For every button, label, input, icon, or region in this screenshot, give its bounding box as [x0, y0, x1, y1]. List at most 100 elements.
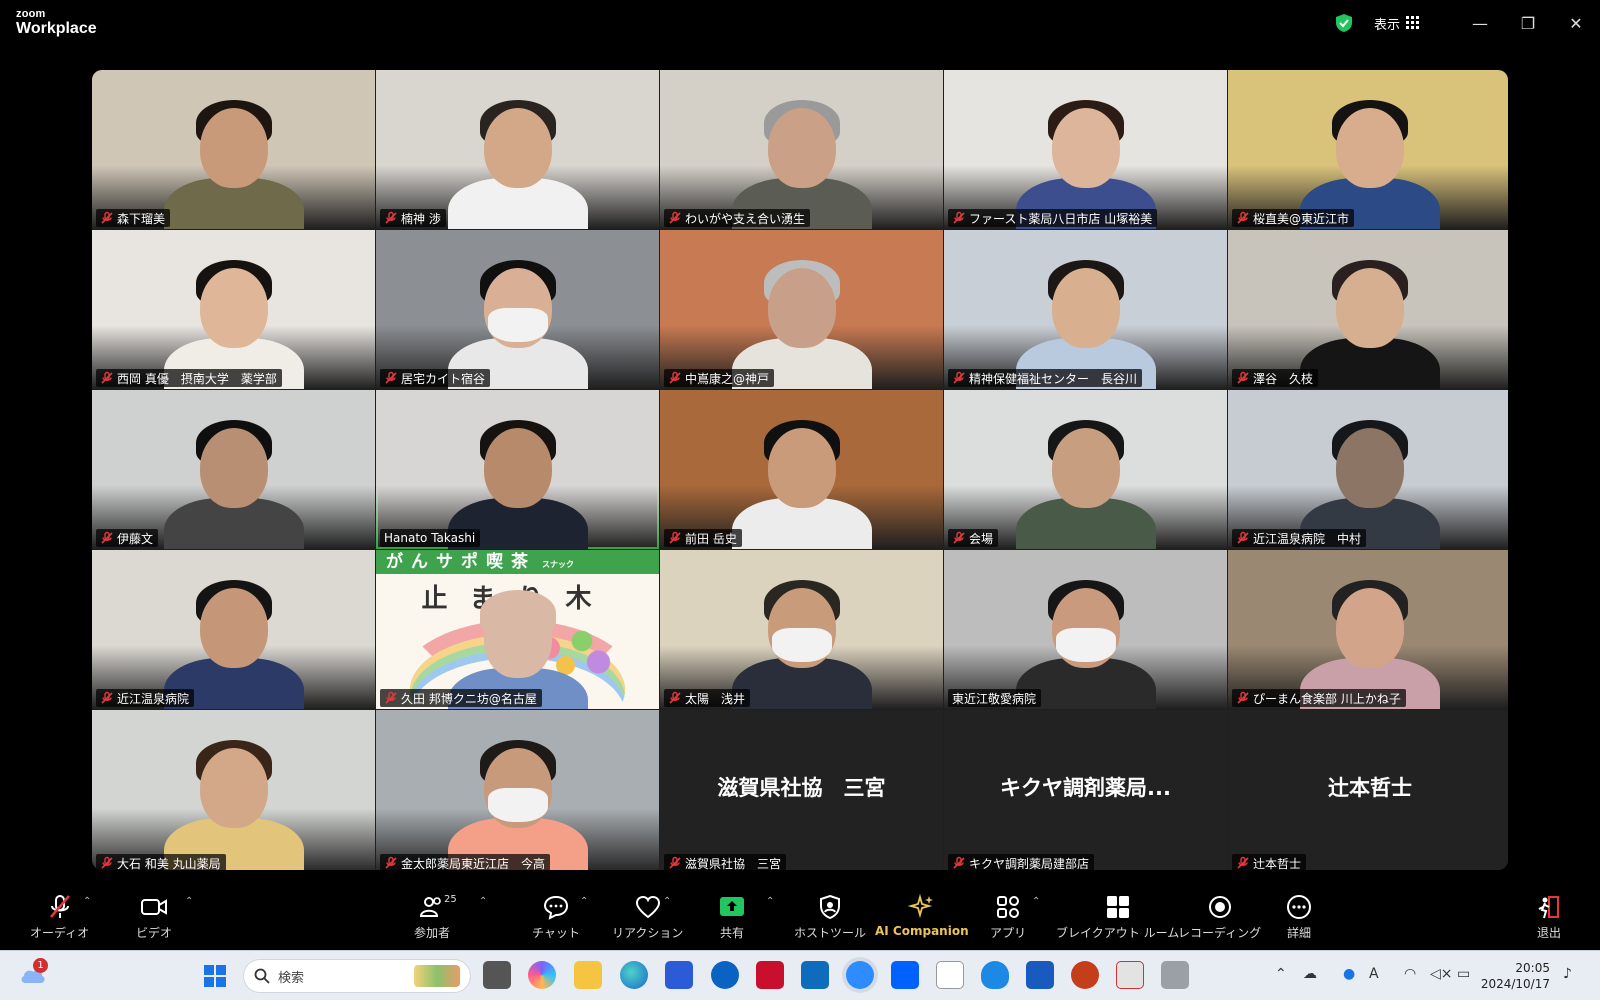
audio-options-chevron-icon[interactable]: ⌃: [83, 896, 91, 907]
mic-muted-icon: [101, 211, 113, 224]
mcafee-icon[interactable]: [756, 961, 784, 989]
microsoft-store-icon[interactable]: [665, 961, 693, 989]
close-button[interactable]: ✕: [1552, 0, 1600, 46]
participant-tile[interactable]: 辻本哲士 辻本哲士: [1228, 710, 1508, 870]
participant-tile[interactable]: 太陽 浅井: [660, 550, 943, 709]
notification-bell-icon[interactable]: ♪: [1563, 966, 1572, 982]
microphone-tray-icon[interactable]: ●: [1343, 966, 1355, 982]
chat-button[interactable]: チャット: [532, 892, 580, 941]
participant-name-tag: 精神保健福祉センター 長谷川: [948, 369, 1143, 387]
participant-tile[interactable]: 前田 岳史: [660, 390, 943, 549]
close-icon: ✕: [1569, 13, 1583, 33]
clock-date: 2024/10/17: [1480, 977, 1550, 991]
participant-name: 前田 岳史: [685, 531, 737, 546]
participant-tile[interactable]: Hanato Takashi: [376, 390, 659, 549]
ai-companion-button[interactable]: AI Companion: [875, 892, 969, 938]
restore-button[interactable]: ❐: [1504, 0, 1552, 46]
participant-name: 居宅カイト宿谷: [401, 371, 486, 386]
edge-browser-icon[interactable]: [620, 961, 648, 989]
record-button[interactable]: レコーディング: [1178, 892, 1261, 941]
dropbox-icon[interactable]: [891, 961, 919, 989]
leave-button[interactable]: 退出: [1535, 892, 1563, 941]
system-clock[interactable]: 20:05 2024/10/17: [1481, 960, 1550, 992]
participant-tile[interactable]: 大石 和美 丸山薬局: [92, 710, 375, 870]
apps-options-chevron-icon[interactable]: ⌃: [1032, 896, 1040, 907]
encryption-shield-icon[interactable]: [1334, 13, 1354, 33]
participant-video: [722, 390, 882, 549]
dell-icon[interactable]: [711, 961, 739, 989]
host-tools-button[interactable]: ホストツール: [794, 892, 866, 941]
audio-button[interactable]: オーディオ: [30, 892, 89, 941]
reactions-button[interactable]: リアクション: [612, 892, 683, 941]
participant-tile[interactable]: わいがや支え合い湧生: [660, 70, 943, 229]
word-icon[interactable]: [1026, 961, 1054, 989]
video-button[interactable]: ビデオ: [136, 892, 172, 941]
participant-tile[interactable]: ファースト薬局八日市店 山塚裕美: [944, 70, 1227, 229]
mic-muted-icon: [101, 691, 113, 704]
wifi-icon[interactable]: ◠: [1404, 966, 1416, 982]
participant-face: [199, 748, 268, 828]
participant-tile[interactable]: キクヤ調剤薬局... キクヤ調剤薬局建部店: [944, 710, 1227, 870]
participant-face: [767, 428, 836, 508]
file-explorer-icon[interactable]: [574, 961, 602, 989]
participant-tile[interactable]: 楠神 渉: [376, 70, 659, 229]
participant-video: [438, 230, 598, 389]
battery-icon[interactable]: ▭: [1457, 966, 1470, 982]
participants-icon: [419, 897, 441, 917]
share-screen-icon: [720, 897, 744, 916]
participant-tile[interactable]: 東近江敬愛病院: [944, 550, 1227, 709]
video-options-chevron-icon[interactable]: ⌃: [185, 896, 193, 907]
participant-display-name: キクヤ調剤薬局...: [1000, 776, 1171, 800]
participant-tile[interactable]: 桜直美@東近江市: [1228, 70, 1508, 229]
copilot-icon[interactable]: [528, 961, 556, 989]
participant-tile[interactable]: 滋賀県社協 三宮 滋賀県社協 三宮: [660, 710, 943, 870]
participant-tile[interactable]: 近江温泉病院 中村: [1228, 390, 1508, 549]
usb-device-icon[interactable]: [1161, 961, 1189, 989]
participant-tile[interactable]: がんサポ喫茶スナック止まり木久田 邦博クニ坊@名古屋: [376, 550, 659, 709]
onedrive-icon[interactable]: [981, 961, 1009, 989]
apps-button[interactable]: アプリ: [990, 892, 1026, 941]
participants-options-chevron-icon[interactable]: ⌃: [479, 896, 487, 907]
powerpoint-icon[interactable]: [1071, 961, 1099, 989]
participant-name-tag: 前田 岳史: [664, 529, 742, 547]
participant-tile[interactable]: 伊藤文: [92, 390, 375, 549]
participant-face: [199, 268, 268, 348]
minimize-button[interactable]: —: [1456, 0, 1504, 46]
participant-tile[interactable]: 精神保健福祉センター 長谷川: [944, 230, 1227, 389]
participant-tile[interactable]: 森下瑠美: [92, 70, 375, 229]
participant-name: 会場: [969, 531, 994, 546]
share-options-chevron-icon[interactable]: ⌃: [766, 896, 774, 907]
participants-button[interactable]: 25 参加者: [414, 892, 457, 941]
participant-name-tag: 居宅カイト宿谷: [380, 369, 491, 387]
participant-name: 東近江敬愛病院: [952, 691, 1037, 706]
participant-tile[interactable]: ぴーまん食楽部 川上かね子: [1228, 550, 1508, 709]
task-view-icon[interactable]: [483, 961, 511, 989]
participant-face: [1336, 268, 1404, 348]
participant-tile[interactable]: 澤谷 久枝: [1228, 230, 1508, 389]
snipping-tool-icon[interactable]: [1116, 961, 1144, 989]
participant-name: 大石 和美 丸山薬局: [117, 856, 221, 871]
outlook-icon[interactable]: [801, 961, 829, 989]
windows-start-icon[interactable]: [203, 964, 227, 988]
reactions-options-chevron-icon[interactable]: ⌃: [663, 896, 671, 907]
volume-muted-icon[interactable]: ◁×: [1430, 966, 1453, 982]
breakout-rooms-button[interactable]: ブレイクアウト ルーム: [1056, 892, 1179, 941]
cloud-sync-icon[interactable]: ☁: [1303, 966, 1317, 982]
share-button[interactable]: 共有: [718, 892, 746, 941]
view-button[interactable]: 表示: [1374, 14, 1420, 33]
tray-overflow-chevron-icon[interactable]: ⌃: [1275, 966, 1287, 982]
participant-tile[interactable]: 会場: [944, 390, 1227, 549]
chat-options-chevron-icon[interactable]: ⌃: [580, 896, 588, 907]
zoom-app-icon[interactable]: [846, 961, 874, 989]
video-gallery: 森下瑠美 楠神 渉 わいがや支え合い湧生 ファースト薬局八日市店 山塚裕美 桜直美@東近…: [92, 70, 1508, 870]
participant-tile[interactable]: 中嶌康之@神戸: [660, 230, 943, 389]
document-icon[interactable]: [936, 961, 964, 989]
taskbar-search[interactable]: 検索: [243, 959, 471, 993]
mic-muted-icon: [101, 531, 113, 544]
ime-icon[interactable]: A: [1369, 966, 1379, 982]
participant-tile[interactable]: 近江温泉病院: [92, 550, 375, 709]
participant-tile[interactable]: 西岡 真優 摂南大学 薬学部: [92, 230, 375, 389]
participant-tile[interactable]: 居宅カイト宿谷: [376, 230, 659, 389]
more-button[interactable]: 詳細: [1285, 892, 1313, 941]
participant-tile[interactable]: 金太郎薬局東近江店 今高: [376, 710, 659, 870]
